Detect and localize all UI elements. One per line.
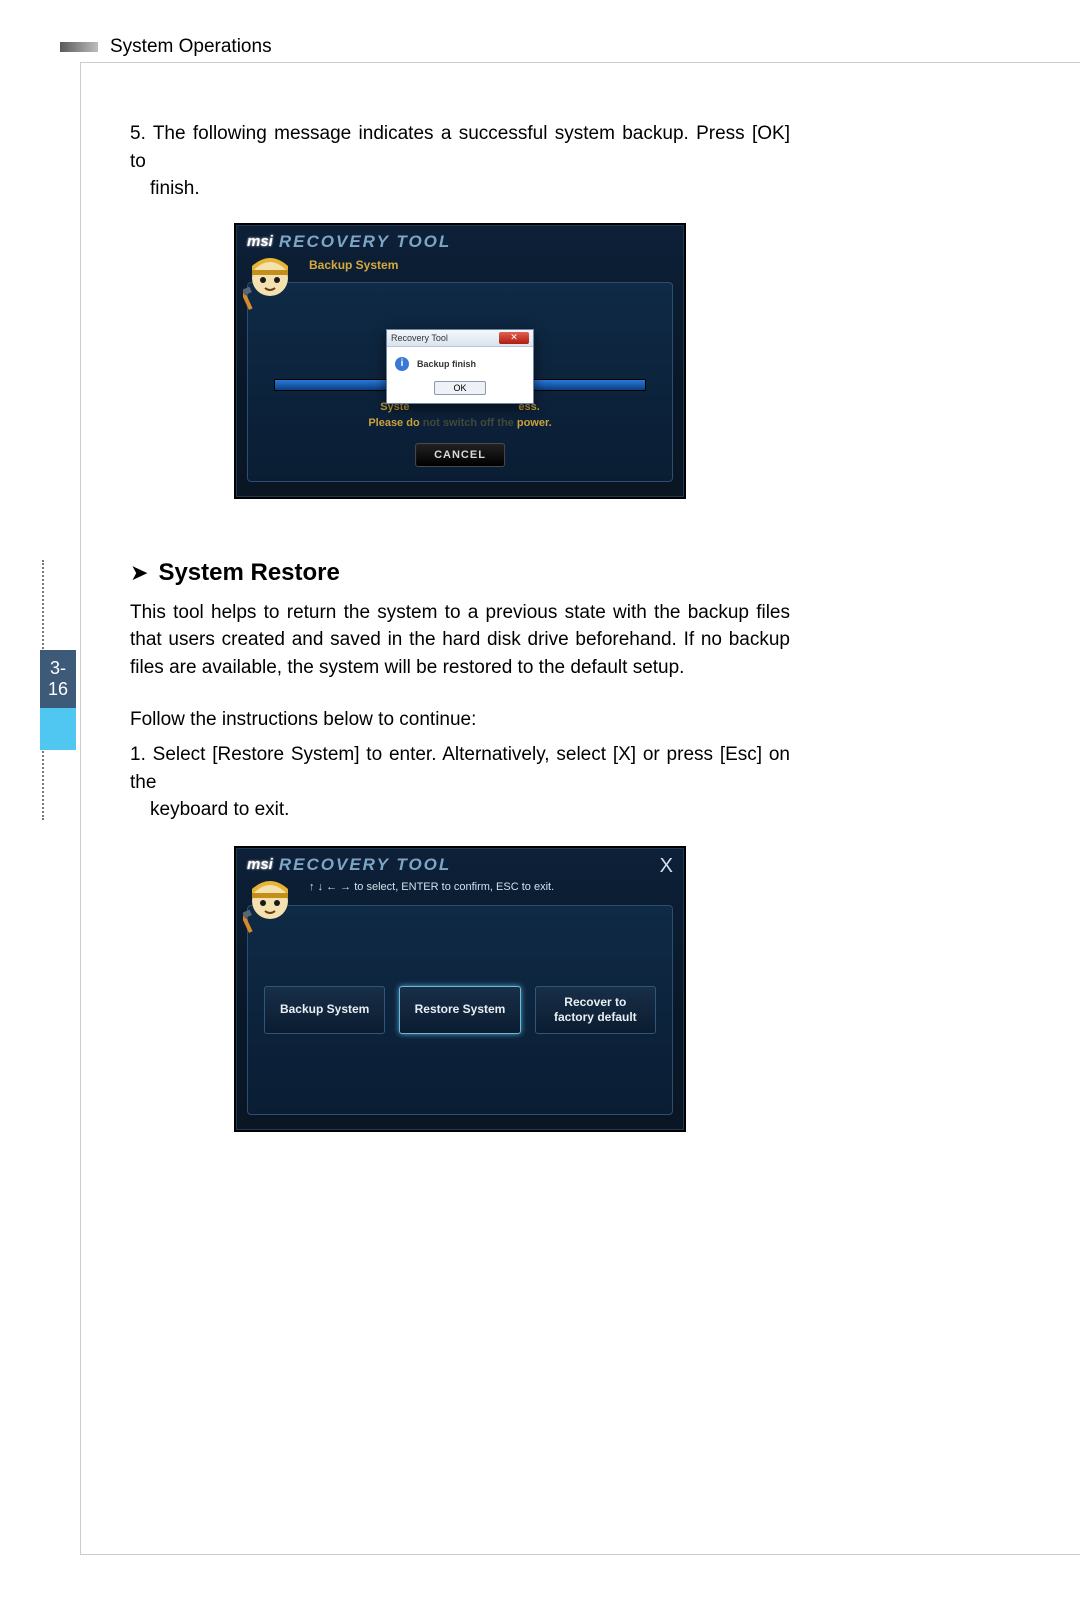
backup-system-button[interactable]: Backup System xyxy=(264,986,385,1034)
tool-titlebar-2: msi RECOVERY TOOL X xyxy=(237,849,683,875)
progress-warn-right: power. xyxy=(517,417,552,429)
tool-titlebar: msi RECOVERY TOOL xyxy=(237,226,683,252)
info-icon: i xyxy=(395,357,409,371)
page-content: 5. The following message indicates a suc… xyxy=(130,120,790,1132)
recover-factory-label: Recover to factory default xyxy=(554,995,637,1025)
section-title: System Restore xyxy=(158,559,339,587)
backup-finish-dialog: Recovery Tool ✕ i Backup finish OK xyxy=(386,329,534,404)
chevron-right-icon: ➤ xyxy=(130,560,148,586)
page-header: System Operations xyxy=(60,36,1080,58)
recover-line1: Recover to xyxy=(564,995,626,1009)
page-tab-accent xyxy=(40,708,76,750)
tool-body: Syste XXXXXXXXXXXXXX ess. Please do not … xyxy=(247,282,673,482)
navigation-hint: ↑ ↓ ← → to select, ENTER to confirm, ESC… xyxy=(237,875,683,901)
section-heading: ➤ System Restore xyxy=(130,559,790,587)
page-number-tab: 3-16 xyxy=(40,650,76,750)
progress-status-line2: Please do not switch off the power. xyxy=(248,417,672,429)
step5-line2: finish. xyxy=(130,178,200,199)
dialog-message: Backup finish xyxy=(417,359,476,369)
step1-line2: keyboard to exit. xyxy=(130,799,289,820)
progress-warn-mid: not switch off the xyxy=(423,417,514,429)
tool-title-2: RECOVERY TOOL xyxy=(279,855,451,875)
dialog-titlebar: Recovery Tool ✕ xyxy=(387,330,533,347)
step-1-text: 1. Select [Restore System] to enter. Alt… xyxy=(130,741,790,824)
step5-line1: 5. The following message indicates a suc… xyxy=(130,123,790,172)
dialog-footer: OK xyxy=(387,375,533,403)
progress-warn-left: Please do xyxy=(368,417,419,429)
page-header-title: System Operations xyxy=(110,36,272,58)
tool-subtitle: Backup System xyxy=(237,252,683,278)
page-number: 3-16 xyxy=(40,650,76,708)
ok-button[interactable]: OK xyxy=(434,381,485,395)
section-paragraph: This tool helps to return the system to … xyxy=(130,599,790,682)
dialog-body: i Backup finish xyxy=(387,347,533,375)
cancel-button[interactable]: CANCEL xyxy=(415,443,505,467)
mascot-icon xyxy=(243,248,297,310)
close-x-button[interactable]: X xyxy=(660,855,673,878)
tool-title: RECOVERY TOOL xyxy=(279,232,451,252)
dialog-title: Recovery Tool xyxy=(391,333,448,343)
restore-system-button[interactable]: Restore System xyxy=(399,986,520,1034)
recovery-tool-window: msi RECOVERY TOOL Backup System Syste xyxy=(236,225,684,497)
tool-menu-body: Backup System Restore System Recover to … xyxy=(247,905,673,1115)
header-decoration-bar xyxy=(60,42,98,52)
recovery-tool-window-2: msi RECOVERY TOOL X ↑ ↓ ← → to select, E… xyxy=(236,848,684,1130)
step-5-text: 5. The following message indicates a suc… xyxy=(130,120,790,203)
screenshot-main-menu: msi RECOVERY TOOL X ↑ ↓ ← → to select, E… xyxy=(234,846,686,1132)
follow-instructions: Follow the instructions below to continu… xyxy=(130,709,790,731)
recover-factory-button[interactable]: Recover to factory default xyxy=(535,986,656,1034)
step1-line1: 1. Select [Restore System] to enter. Alt… xyxy=(130,744,790,793)
mascot-icon-2 xyxy=(243,871,297,933)
screenshot-backup-finish: msi RECOVERY TOOL Backup System Syste xyxy=(234,223,686,499)
close-icon[interactable]: ✕ xyxy=(499,332,529,344)
recover-line2: factory default xyxy=(554,1010,637,1024)
